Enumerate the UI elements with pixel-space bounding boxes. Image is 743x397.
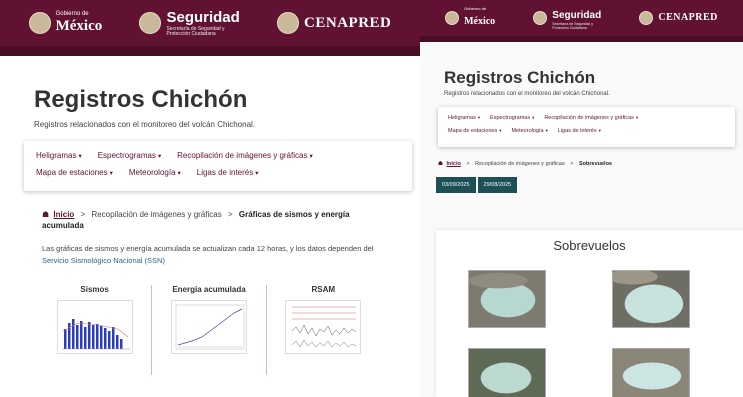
breadcrumb-separator: > bbox=[80, 210, 86, 219]
cenapred-logo[interactable]: CENAPRED bbox=[277, 12, 391, 34]
breadcrumb-section[interactable]: Recopilación de imágenes y gráficas bbox=[91, 210, 221, 219]
gobierno-mexico-logo[interactable]: Gobierno de México bbox=[28, 11, 103, 35]
nav-menu-row: Mapa de estaciones ▾ Meteorología ▾ Ligas … bbox=[36, 168, 400, 177]
page-subtitle: Registros relacionados con el monitoreo … bbox=[444, 91, 610, 97]
seal-icon bbox=[139, 12, 162, 34]
header-subbar bbox=[420, 36, 743, 42]
seal-icon bbox=[445, 11, 460, 25]
gobierno-label: Gobierno de bbox=[55, 11, 89, 17]
cenapred-label: CENAPRED bbox=[658, 12, 718, 23]
right-browser-pane: Gobierno de México Seguridad Secretaría … bbox=[420, 0, 743, 397]
caret-down-icon: ▾ bbox=[78, 153, 82, 160]
caret-down-icon: ▾ bbox=[255, 170, 259, 177]
caret-down-icon: ▾ bbox=[635, 115, 639, 120]
caret-down-icon: ▾ bbox=[532, 115, 535, 120]
caret-down-icon: ▾ bbox=[109, 170, 113, 177]
seguridad-label: Seguridad bbox=[166, 8, 240, 26]
rsam-graph-thumbnail[interactable] bbox=[285, 300, 362, 355]
seguridad-sub-label: Secretaría de Seguridad y Protección Ciu… bbox=[166, 25, 225, 37]
menu-meteorologia[interactable]: Meteorología ▾ bbox=[129, 168, 181, 177]
ssn-link[interactable]: Servicio Sismológico Nacional (SSN) bbox=[42, 256, 165, 265]
breadcrumb-current: Sobrevuelos bbox=[578, 161, 612, 167]
intro-paragraph: Las gráficas de sismos y energía acumula… bbox=[42, 243, 380, 267]
caret-down-icon: ▾ bbox=[545, 128, 548, 133]
gobierno-mexico-logo[interactable]: Gobierno de México bbox=[445, 7, 495, 29]
sismos-graph-thumbnail[interactable] bbox=[56, 300, 133, 355]
breadcrumb-separator: > bbox=[227, 210, 233, 219]
caret-down-icon: ▾ bbox=[309, 153, 313, 160]
menu-espectrogramas[interactable]: Espectrogramas ▾ bbox=[490, 115, 534, 121]
date-tab[interactable]: 03/09/2025 bbox=[436, 177, 476, 193]
menu-meteorologia[interactable]: Meteorología ▾ bbox=[511, 128, 547, 134]
menu-ligas-interes[interactable]: Ligas de interés ▾ bbox=[558, 128, 601, 134]
menu-heligramas[interactable]: Heligramas ▾ bbox=[36, 151, 82, 160]
breadcrumb-home-link[interactable]: Inicio bbox=[53, 210, 74, 219]
caret-down-icon: ▾ bbox=[499, 128, 502, 133]
cenapred-emblem-icon bbox=[639, 11, 654, 25]
page-title: Registros Chichón bbox=[444, 68, 596, 87]
breadcrumb-separator: > bbox=[570, 161, 574, 167]
menu-ligas-interes[interactable]: Ligas de interés ▾ bbox=[197, 168, 259, 177]
overflight-photo[interactable] bbox=[468, 270, 546, 328]
seguridad-logo[interactable]: Seguridad Secretaría de Seguridad y Prot… bbox=[139, 8, 240, 38]
overflight-photo[interactable] bbox=[468, 348, 546, 397]
menu-recopilacion[interactable]: Recopilación de imágenes y gráficas ▾ bbox=[177, 151, 313, 160]
cenapred-emblem-icon bbox=[277, 12, 300, 34]
gobierno-label: Gobierno de bbox=[464, 6, 487, 11]
nav-menu: Heligramas ▾ Espectrogramas ▾ Recopilación… bbox=[24, 141, 412, 191]
breadcrumb: ☗ Inicio > Recopilación de imágenes y gr… bbox=[42, 209, 360, 231]
graph-columns: Sismos Energía acumulada RSAM bbox=[38, 285, 380, 376]
home-icon: ☗ bbox=[42, 210, 50, 219]
caret-down-icon: ▾ bbox=[157, 153, 162, 160]
date-tabs: 03/09/2025 29/08/2025 bbox=[436, 177, 743, 193]
menu-heligramas[interactable]: Heligramas ▾ bbox=[448, 115, 480, 121]
graph-card-sismos: Sismos bbox=[38, 285, 153, 376]
menu-espectrogramas[interactable]: Espectrogramas ▾ bbox=[98, 151, 161, 160]
seguridad-sub-label: Secretaría de Seguridad y Protección Ciu… bbox=[552, 22, 593, 30]
overflights-panel: Sobrevuelos bbox=[436, 230, 743, 397]
graph-card-energia: Energía acumulada bbox=[152, 285, 267, 376]
page-subtitle: Registros relacionados con el monitoreo … bbox=[34, 120, 256, 129]
caret-down-icon: ▾ bbox=[598, 128, 601, 133]
breadcrumb-separator: > bbox=[466, 161, 470, 167]
seal-icon bbox=[533, 11, 548, 25]
mexico-label: México bbox=[464, 16, 496, 27]
graph-title: RSAM bbox=[311, 285, 336, 295]
menu-mapa-estaciones[interactable]: Mapa de estaciones ▾ bbox=[36, 168, 113, 177]
overflights-title: Sobrevuelos bbox=[553, 238, 626, 253]
gov-header: Gobierno de México Seguridad Secretaría … bbox=[420, 0, 743, 36]
overflight-photo[interactable] bbox=[612, 348, 690, 397]
nav-menu-row: Mapa de estaciones ▾ Meteorología ▾ Ligas … bbox=[448, 128, 725, 134]
caret-down-icon: ▾ bbox=[477, 115, 481, 120]
overflight-photo[interactable] bbox=[612, 270, 690, 328]
breadcrumb-home-link[interactable]: Inicio bbox=[446, 161, 460, 167]
header-subbar bbox=[0, 46, 420, 56]
cenapred-label: CENAPRED bbox=[304, 14, 392, 31]
graph-card-rsam: RSAM bbox=[267, 285, 380, 375]
energia-graph-thumbnail[interactable] bbox=[170, 300, 247, 355]
breadcrumb-section[interactable]: Recopilación de imágenes y gráficas bbox=[475, 161, 565, 167]
nav-menu-row: Heligramas ▾ Espectrogramas ▾ Recopilación… bbox=[36, 151, 400, 160]
gov-header: Gobierno de México Seguridad Secretaría … bbox=[0, 0, 420, 46]
page-title: Registros Chichón bbox=[34, 86, 248, 113]
mexico-label: México bbox=[55, 18, 103, 34]
caret-down-icon: ▾ bbox=[177, 170, 181, 177]
seguridad-logo[interactable]: Seguridad Secretaría de Seguridad y Prot… bbox=[533, 5, 601, 31]
nav-menu: Heligramas ▾ Espectrogramas ▾ Recopilación… bbox=[438, 107, 735, 147]
nav-menu-row: Heligramas ▾ Espectrogramas ▾ Recopilación… bbox=[448, 115, 725, 121]
breadcrumb: ☗ Inicio > Recopilación de imágenes y gr… bbox=[438, 161, 743, 167]
seguridad-label: Seguridad bbox=[552, 10, 602, 22]
graph-title: Sismos bbox=[80, 285, 109, 295]
home-icon: ☗ bbox=[438, 161, 443, 167]
date-tab[interactable]: 29/08/2025 bbox=[477, 177, 518, 193]
graph-title: Energía acumulada bbox=[172, 285, 246, 295]
intro-text: Las gráficas de sismos y energía acumula… bbox=[42, 244, 374, 254]
seal-icon bbox=[28, 12, 51, 34]
menu-mapa-estaciones[interactable]: Mapa de estaciones ▾ bbox=[448, 128, 501, 134]
menu-recopilacion[interactable]: Recopilación de imágenes y gráficas ▾ bbox=[544, 115, 638, 121]
left-browser-pane: Gobierno de México Seguridad Secretaría … bbox=[0, 0, 420, 397]
cenapred-logo[interactable]: CENAPRED bbox=[639, 11, 718, 25]
